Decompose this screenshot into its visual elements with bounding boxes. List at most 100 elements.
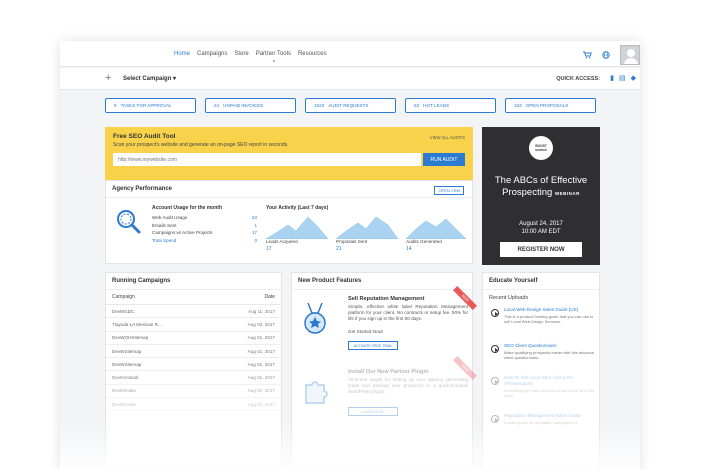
campaigns-table-body: DevMGDC Aug 11, 2017 Tlayuda LA Mexican R.… bbox=[106, 305, 281, 412]
stat-hot-leads[interactable]: 53 HOT LEADS bbox=[405, 98, 496, 113]
col-campaign: Campaign bbox=[112, 294, 135, 300]
quick-access-icons: ▮ ▤ ◆ bbox=[610, 74, 636, 82]
stat-count: 103 bbox=[514, 103, 522, 108]
medal-icon bbox=[304, 303, 326, 334]
table-row[interactable]: DevDentals Aug 01, 2017 bbox=[106, 385, 281, 399]
nav-campaigns[interactable]: Campaigns bbox=[197, 51, 227, 57]
register-now-button[interactable]: REGISTER NOW bbox=[500, 242, 582, 257]
product-title: Sell Reputation Management bbox=[348, 296, 425, 302]
table-row[interactable]: DevWSitemap Aug 01, 2017 bbox=[106, 358, 281, 372]
learn-more-button[interactable]: LEARN MORE bbox=[348, 407, 398, 416]
product-title: Install Our New Partner Plugin bbox=[348, 369, 429, 375]
ad-datetime: August 24, 2017 10:00 AM EDT bbox=[482, 220, 600, 236]
quick-access-label: QUICK ACCESS: bbox=[556, 76, 600, 82]
product-cta-text: Get Started Now! bbox=[348, 329, 384, 334]
upload-item[interactable]: SEO Client Questionnaire Make qualifying… bbox=[491, 343, 597, 360]
stat-count: 24 bbox=[214, 103, 220, 108]
campaign-date: Aug 03, 2017 bbox=[247, 321, 275, 327]
recent-uploads-label: Recent Uploads bbox=[489, 295, 529, 301]
stat-audit-requests[interactable]: 1923 AUDIT REQUESTS bbox=[305, 98, 396, 113]
upload-title[interactable]: Reputation Management Sales Guide bbox=[504, 413, 597, 419]
product-desc: Simple, effective white label Reputation… bbox=[348, 304, 468, 322]
campaign-name[interactable]: Tlayuda LA Mexican R... bbox=[112, 322, 162, 327]
agency-performance-title: Agency Performance bbox=[106, 181, 472, 198]
activate-free-trial-button[interactable]: ACTIVATE FREE TRIAL bbox=[348, 341, 398, 350]
activity-value: 21 bbox=[336, 246, 342, 252]
play-icon bbox=[491, 309, 499, 317]
campaign-date: Aug 01, 2017 bbox=[247, 361, 275, 367]
campaign-name[interactable]: DevDentalab bbox=[112, 375, 139, 380]
usage-value: 17 bbox=[251, 230, 257, 235]
stat-tasks-for-approval[interactable]: 9 TASKS FOR APPROVAL bbox=[105, 98, 196, 113]
upload-title[interactable]: Local Web Design Sales Guide (US) bbox=[504, 307, 597, 313]
activity-value: 17 bbox=[266, 246, 272, 252]
usage-label: Total Spend bbox=[152, 237, 177, 243]
ad-time: 10:00 AM EDT bbox=[521, 229, 561, 235]
campaign-name[interactable]: DevMGDC bbox=[112, 309, 134, 314]
select-campaign-label: Select Campaign bbox=[123, 76, 172, 82]
webinar-ad[interactable]: BOOST science The ABCs of Effective Prosp… bbox=[482, 127, 600, 265]
campaign-name[interactable]: DevDentals bbox=[112, 402, 136, 407]
campaign-name[interactable]: DevWSitemap bbox=[112, 349, 141, 354]
campaign-date: Aug 01, 2017 bbox=[247, 348, 275, 354]
play-icon bbox=[491, 377, 499, 385]
campaigns-table-header: Campaign Date bbox=[106, 290, 281, 305]
table-row[interactable]: Tlayuda LA Mexican R... Aug 03, 2017 bbox=[106, 318, 281, 332]
stat-count: 1923 bbox=[314, 103, 325, 108]
campaign-name[interactable]: DevWOHSitemap bbox=[112, 335, 148, 340]
upload-desc: This is a product briefing guide that yo… bbox=[504, 314, 594, 324]
play-icon bbox=[491, 345, 499, 353]
nav-resources[interactable]: Resources bbox=[298, 51, 327, 57]
run-audit-button[interactable]: RUN AUDIT bbox=[423, 153, 465, 166]
account-usage: Account Usage for the month Web Audit Us… bbox=[152, 205, 257, 244]
usage-row: Campaigns w/ Active Projects 17 bbox=[152, 229, 257, 237]
user-avatar[interactable] bbox=[620, 45, 640, 65]
activity-value: 14 bbox=[406, 246, 412, 252]
ad-webinar: WEBINAR bbox=[554, 191, 580, 196]
bottom-fade-overlay bbox=[60, 421, 640, 470]
upload-desc: Make qualifying prospects easier with th… bbox=[504, 350, 595, 360]
boost-science-logo: BOOST science bbox=[529, 136, 553, 160]
upload-item[interactable]: How To Sell Local SEO Like a Pro (Presen… bbox=[491, 375, 597, 398]
usage-row: Web Audit Usage 23 bbox=[152, 214, 257, 222]
nav-store[interactable]: Store bbox=[234, 51, 248, 57]
upload-title[interactable]: SEO Client Questionnaire bbox=[504, 343, 597, 349]
stat-unpaid-invoices[interactable]: 24 UNPAID INVOICES bbox=[205, 98, 296, 113]
educate-yourself-title: Educate Yourself bbox=[483, 273, 599, 290]
nav-partner-tools[interactable]: Partner Tools bbox=[256, 51, 291, 62]
ad-date: August 24, 2017 bbox=[519, 221, 563, 227]
usage-value: 0 bbox=[254, 237, 257, 243]
cart-icon[interactable] bbox=[583, 51, 592, 59]
running-campaigns-title: Running Campaigns bbox=[106, 273, 281, 290]
usage-label: Emails Sent bbox=[152, 222, 177, 228]
stat-open-proposals[interactable]: 103 OPEN PROPOSALS bbox=[505, 98, 596, 113]
table-row[interactable]: DevDentalab Aug 01, 2017 bbox=[106, 371, 281, 385]
product-desc: All-in-one plugin for setting up your ag… bbox=[348, 377, 468, 395]
globe-icon[interactable] bbox=[602, 51, 610, 59]
nav-home[interactable]: Home bbox=[174, 51, 190, 57]
campaign-name[interactable]: DevWSitemap bbox=[112, 362, 141, 367]
layers-icon[interactable]: ◆ bbox=[631, 74, 636, 82]
select-campaign-dropdown[interactable]: Select Campaign ▾ bbox=[123, 75, 176, 82]
campaign-name[interactable]: DevDentals bbox=[112, 388, 136, 393]
add-icon[interactable]: + bbox=[105, 72, 111, 84]
table-row[interactable]: DevWOHSitemap Aug 01, 2017 bbox=[106, 332, 281, 345]
ad-title: The ABCs of Effective Prospecting WEBINA… bbox=[482, 175, 600, 200]
open-crm-button[interactable]: OPEN CRM bbox=[434, 186, 464, 195]
table-row[interactable]: DevDentals Aug 01, 2017 bbox=[106, 398, 281, 412]
seo-tool-title: Free SEO Audit Tool bbox=[113, 133, 176, 140]
new-product-features-title: New Product Features bbox=[292, 273, 472, 290]
sparkline-proposals bbox=[335, 216, 399, 239]
website-url-input[interactable] bbox=[113, 153, 421, 166]
document-icon[interactable]: ▮ bbox=[610, 74, 614, 82]
activity-label: Proposals Sent bbox=[336, 239, 368, 244]
chart-icon[interactable]: ▤ bbox=[619, 74, 626, 82]
activity-label: Audits Generated bbox=[406, 239, 442, 244]
table-row[interactable]: DevWSitemap Aug 01, 2017 bbox=[106, 345, 281, 359]
view-all-audits-link[interactable]: VIEW ALL AUDITS bbox=[430, 135, 465, 140]
top-navigation: Home Campaigns Store Partner Tools Resou… bbox=[60, 41, 640, 67]
ad-title-line1: The ABCs of Effective bbox=[494, 175, 588, 186]
table-row[interactable]: DevMGDC Aug 11, 2017 bbox=[106, 305, 281, 319]
upload-title[interactable]: How To Sell Local SEO Like a Pro (Presen… bbox=[504, 375, 597, 387]
upload-item[interactable]: Local Web Design Sales Guide (US) This i… bbox=[491, 307, 597, 324]
